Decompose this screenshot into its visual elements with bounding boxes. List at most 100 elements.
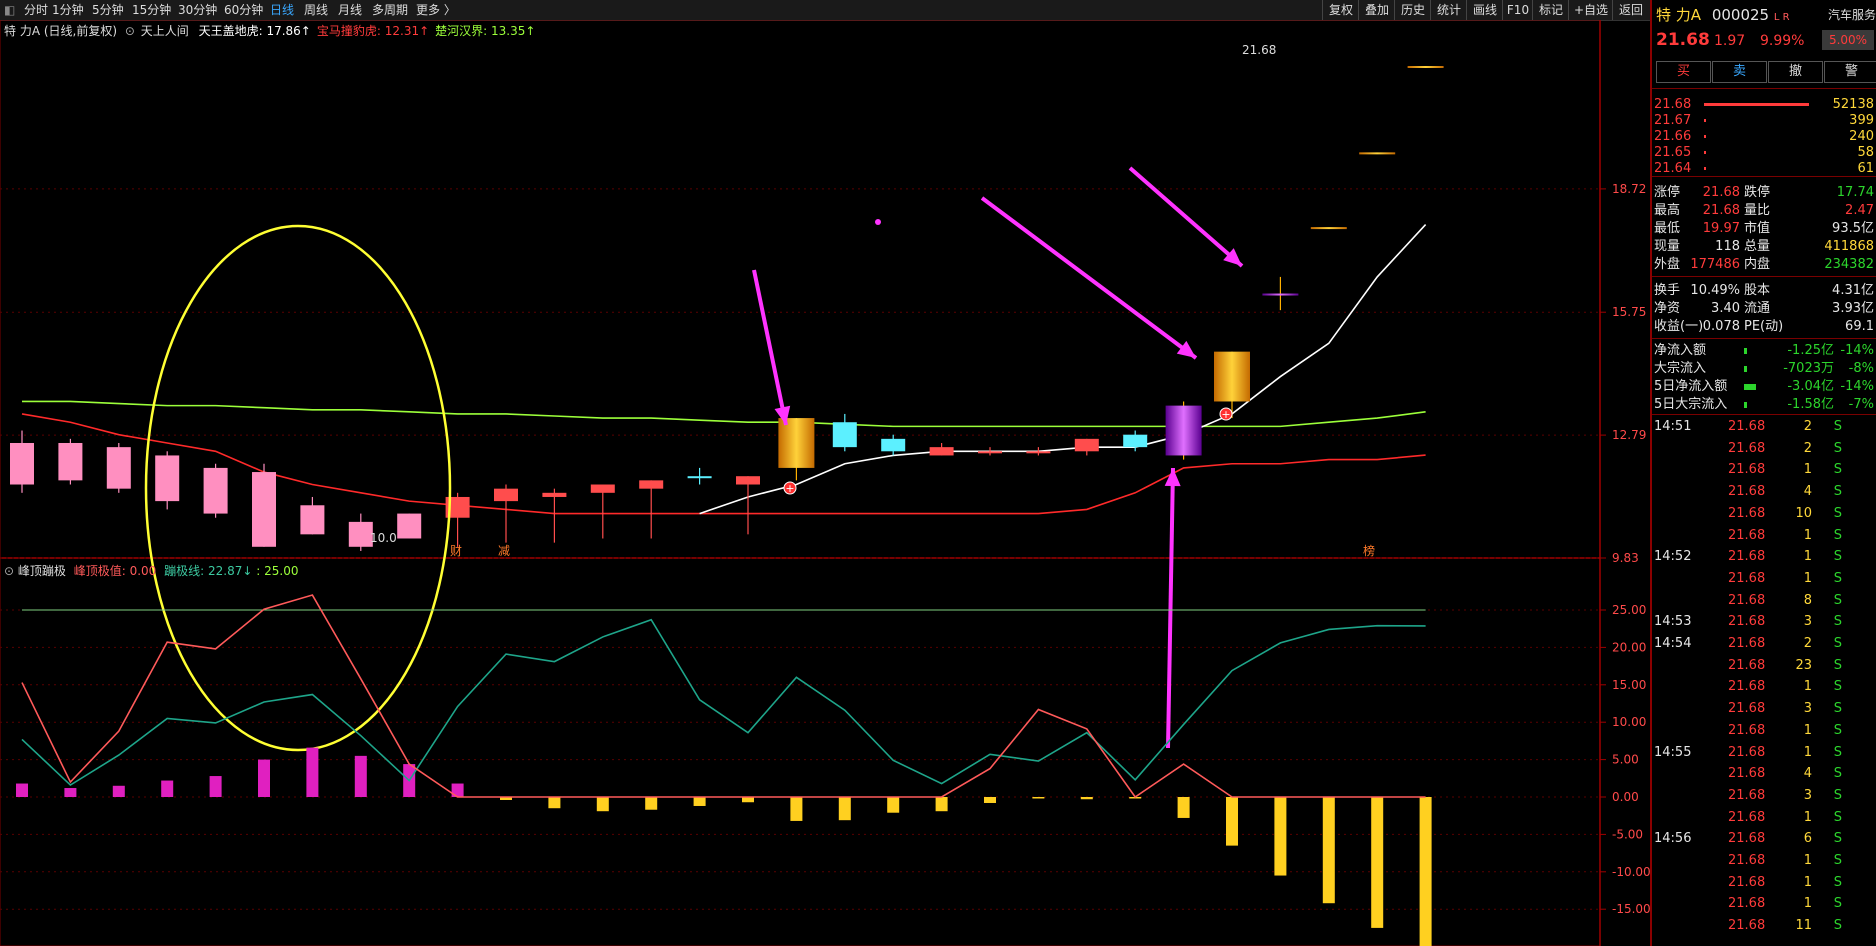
tick-price: 21.68 [1728,484,1766,500]
period-tab-5[interactable]: 60分钟 [224,0,263,20]
candle-body[interactable] [978,451,1002,454]
ob-bar [1704,167,1706,170]
candle-body[interactable] [155,455,180,502]
period-tab-0[interactable]: 分时 [24,0,48,20]
fund-row: 净资 3.40 流通 3.93亿 [1652,300,1876,318]
candle-body[interactable] [10,442,34,485]
toolbar-button-5[interactable]: F10 [1502,0,1533,20]
period-tab-1[interactable]: 1分钟 [52,0,84,20]
quote-panel: 特 力A 000025 L R 汽车服务 21.68 1.97 9.99% 5.… [1650,0,1876,946]
period-tab-6[interactable]: 日线 [270,0,294,20]
toolbar-button-2[interactable]: 历史 [1394,0,1431,20]
sub-indicator-name[interactable]: 峰顶蹦极 [18,564,66,578]
flow-label: 大宗流入 [1654,361,1707,376]
candle-body[interactable] [1214,351,1250,402]
quote-value-2: 93.5亿 [1832,221,1874,236]
candle-body[interactable] [1262,293,1299,296]
candle-body[interactable] [542,492,567,497]
sub-bar [1419,797,1432,946]
toolbar-button-1[interactable]: 叠加 [1358,0,1395,20]
candle-body[interactable] [494,488,518,502]
period-tab-10[interactable]: 更多 〉 [416,0,456,20]
candle-body[interactable] [58,442,83,481]
period-tab-3[interactable]: 15分钟 [132,0,171,20]
candle-body[interactable] [300,505,325,535]
fund-row: 换手 10.49% 股本 4.31亿 [1652,282,1876,300]
period-tab-7[interactable]: 周线 [304,0,328,20]
candle-body[interactable] [929,447,954,456]
arrow-annotation-4 [1166,467,1175,749]
tick-vol: 1 [1803,679,1812,695]
tick-time: 14:52 [1654,549,1692,565]
event-mark-1[interactable]: 减 [498,544,510,558]
tick-vol: 1 [1803,527,1812,543]
candle-body[interactable] [1407,66,1444,68]
candle-body[interactable] [106,447,131,489]
trade-button-1[interactable]: 卖 [1712,61,1767,83]
toolbar-button-4[interactable]: 画线 [1466,0,1503,20]
candle-body[interactable] [1310,227,1347,230]
tick-vol: 2 [1803,419,1812,434]
candle-body[interactable] [832,422,857,448]
sub-bar [16,783,28,797]
price-axis-label: 9.83 [1612,551,1639,565]
candle-body[interactable] [1026,451,1051,454]
event-mark-2[interactable]: 榜 [1363,543,1375,558]
fund-label: 换手 [1654,283,1681,298]
trade-button-2[interactable]: 撤 [1768,61,1823,83]
candle-body[interactable] [590,484,615,493]
trade-button-0[interactable]: 买 [1656,61,1711,83]
price-axis-label: 15.75 [1612,305,1646,319]
gear-icon[interactable]: ⊙ [4,564,14,578]
quote-label-2: 总量 [1744,239,1771,254]
flow-bar [1744,348,1747,354]
sub-chart-header: ⊙ 峰顶蹦极 峰顶极值: 0.00 蹦极线: 22.87↓ : 25.00 [4,562,298,579]
flow-row: 5日大宗流入 -1.58亿 -7% [1652,396,1876,414]
candle-body[interactable] [778,418,815,468]
toolbar-button-7[interactable]: +自选 [1568,0,1613,20]
flow-row: 净流入额 -1.25亿 -14% [1652,342,1876,360]
high-price-label: 21.68 [1242,43,1276,57]
candle-body[interactable] [252,472,276,547]
ob-vol: 61 [1857,161,1874,176]
menu-icon[interactable]: ◧ [4,0,15,20]
period-tab-4[interactable]: 30分钟 [178,0,217,20]
tick-side: S [1833,722,1842,738]
period-tab-8[interactable]: 月线 [338,0,362,20]
gear-icon[interactable]: ⊙ [125,24,135,38]
candle-body[interactable] [1123,434,1148,448]
event-mark-0[interactable]: 财 [450,544,462,558]
tick-price: 21.68 [1728,853,1766,868]
kline-chart[interactable]: 18.72 15.75 12.79 9.83 25.00 20.00 15.00 10.00 5… [0,20,1650,946]
industry-label[interactable]: 汽车服务 [1828,6,1876,23]
candle-body[interactable] [203,467,228,514]
toolbar-button-6[interactable]: 标记 [1532,0,1569,20]
candle-body[interactable] [639,480,664,489]
candle-body[interactable] [687,476,712,479]
flow-label: 5日大宗流入 [1654,397,1728,412]
period-tab-9[interactable]: 多周期 [372,0,408,20]
ob-bar [1704,103,1809,106]
candle-body[interactable] [397,513,422,539]
toolbar-button-8[interactable]: 返回 [1612,0,1649,20]
tick-price: 21.68 [1728,614,1766,630]
trade-button-3[interactable]: 警 [1824,61,1876,83]
candle-body[interactable] [736,476,760,485]
quote-row: 涨停 21.68 跌停 17.74 [1652,184,1876,202]
candle-body[interactable] [1074,438,1099,452]
tick-row: 21.68 1 S [1652,722,1876,740]
candle-body[interactable] [1165,405,1202,456]
flow-pct: -14% [1840,343,1874,358]
candle-body[interactable] [881,438,906,452]
period-tab-2[interactable]: 5分钟 [92,0,124,20]
tick-price: 21.68 [1728,787,1766,803]
quote-value: 19.97 [1702,221,1740,236]
tick-vol: 2 [1803,636,1812,651]
candle-body[interactable] [1359,152,1396,155]
toolbar-button-3[interactable]: 统计 [1430,0,1467,20]
indicator-name[interactable]: 天上人间 [141,24,189,38]
toolbar-button-0[interactable]: 复权 [1322,0,1359,20]
tick-vol: 11 [1795,918,1812,934]
tick-side: S [1833,853,1842,868]
quote-value: 21.68 [1702,203,1740,218]
